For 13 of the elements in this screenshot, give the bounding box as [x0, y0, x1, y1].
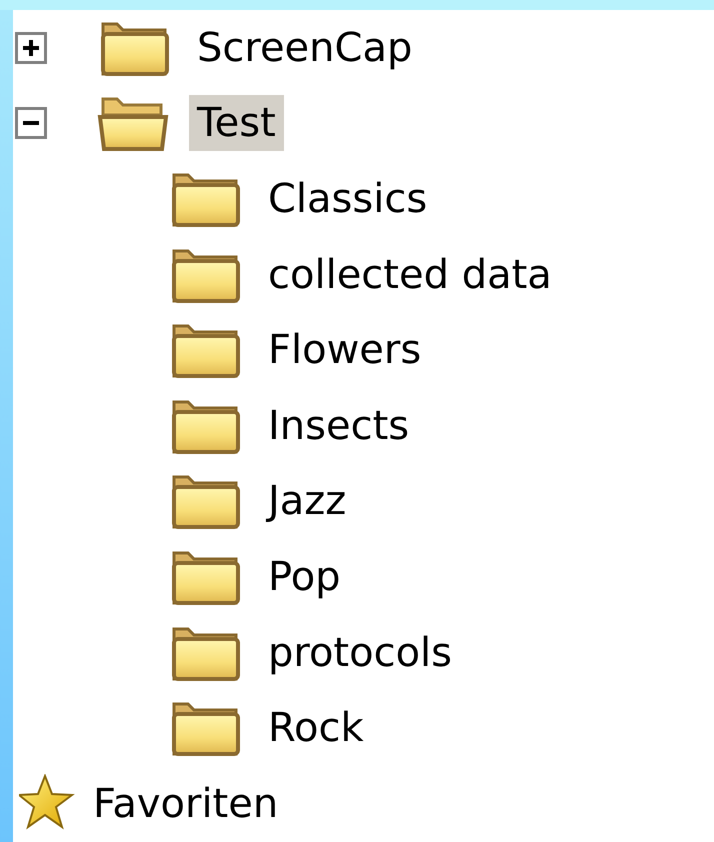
expand-icon[interactable] [15, 32, 47, 64]
tree-item[interactable]: collected data [260, 246, 560, 303]
tree-item[interactable]: protocols [260, 624, 460, 681]
tree-item[interactable]: ScreenCap [189, 20, 420, 76]
tree-item[interactable]: Pop [260, 548, 349, 605]
collapse-icon[interactable] [15, 107, 47, 140]
tree-item[interactable]: Rock [260, 700, 372, 756]
tree-item[interactable]: Jazz [260, 473, 354, 530]
tree-item[interactable]: Flowers [260, 322, 430, 378]
tree-item[interactable]: Test [189, 95, 284, 152]
tree-item[interactable]: Classics [260, 170, 436, 227]
tree-item[interactable]: Favoriten [85, 776, 286, 832]
tree-item[interactable]: Insects [260, 398, 418, 454]
